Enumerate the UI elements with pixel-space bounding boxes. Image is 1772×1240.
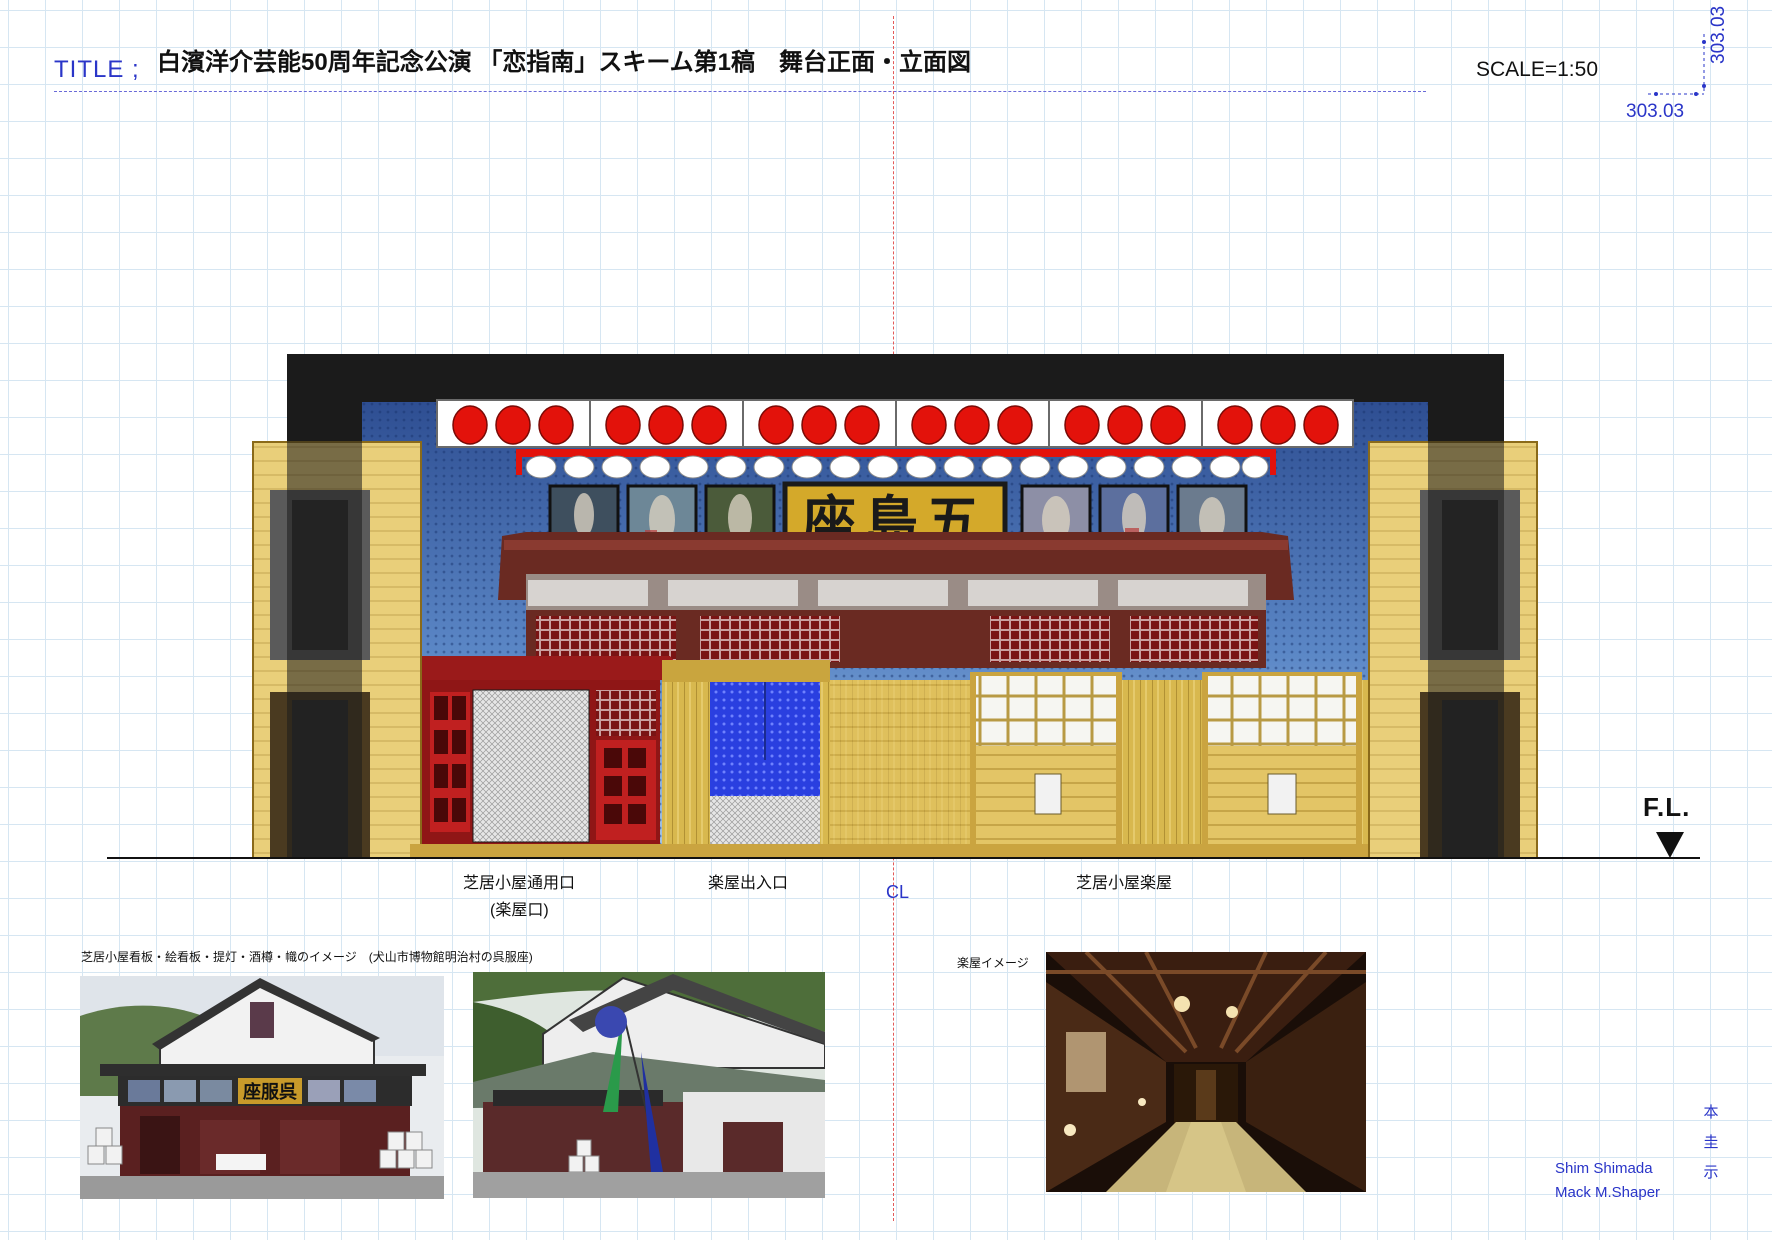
photo-theater-front: 座服呉 <box>80 976 444 1199</box>
floor-level-label: F.L. <box>1643 792 1691 822</box>
caption-green-room-photo: 楽屋イメージ <box>957 956 1029 970</box>
label-entrance: 芝居小屋通用口 <box>463 875 576 892</box>
photo1-sign-text: 座服呉 <box>243 1081 297 1103</box>
seal-char: 圭 <box>1703 1134 1719 1151</box>
label-green-room: 芝居小屋楽屋 <box>1076 875 1173 892</box>
label-entrance-sub: (楽屋口) <box>490 902 549 919</box>
photo-green-room <box>1046 952 1366 1192</box>
photo-theater-side <box>473 972 825 1198</box>
seal-char: 示 <box>1703 1164 1719 1181</box>
seal-char: 本 <box>1703 1104 1719 1121</box>
caption-reference-photos: 芝居小屋看板・絵看板・提灯・酒樽・幟のイメージ (犬山市博物館明治村の呉服座) <box>81 950 533 964</box>
seal-text: 本 圭 示 <box>1702 1098 1720 1188</box>
label-green-room-door: 楽屋出入口 <box>708 875 789 892</box>
signature-name-2: Mack M.Shaper <box>1555 1184 1661 1201</box>
centerline-mark: CL <box>886 882 910 902</box>
signature-name-1: Shim Shimada <box>1555 1160 1653 1177</box>
